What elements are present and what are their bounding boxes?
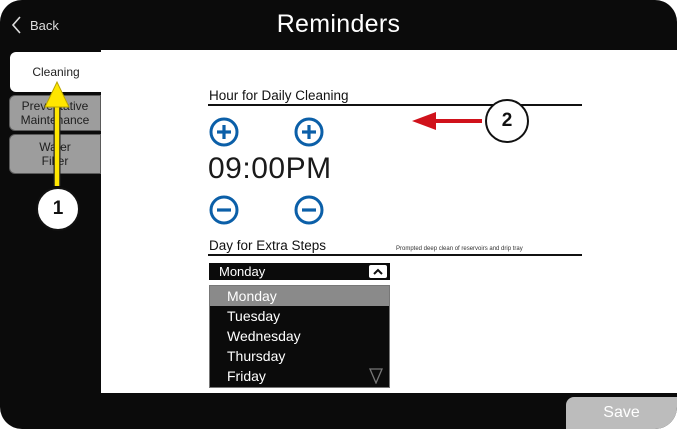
annotation-arrow-up [44, 80, 70, 186]
annotation-marker-1: 1 [36, 187, 80, 231]
device-frame: Back Reminders Cleaning Preventative Mai… [0, 0, 677, 429]
annotation-arrow-left [412, 112, 482, 130]
annotation-arrows [44, 80, 482, 186]
annotation-marker-2: 2 [485, 99, 529, 143]
